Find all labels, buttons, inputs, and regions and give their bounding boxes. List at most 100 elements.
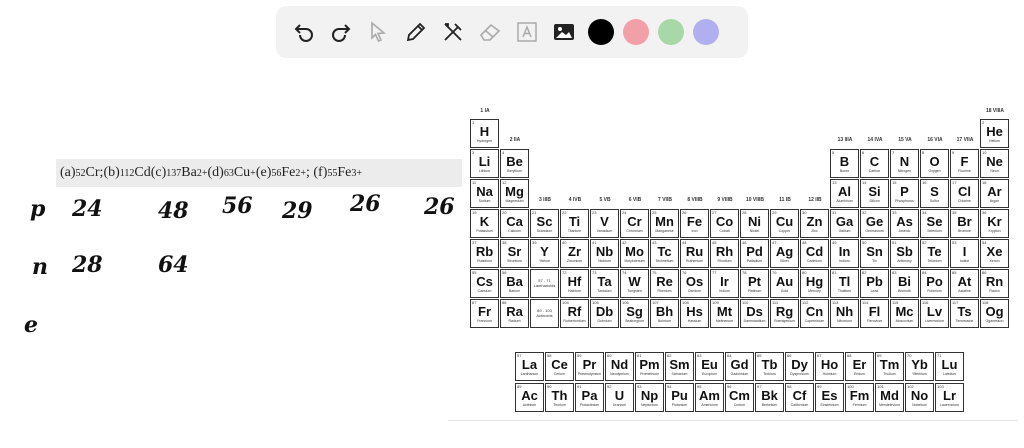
atomic-number: 117 — [952, 300, 959, 305]
element-cell-se: 34 Se Selenium — [920, 209, 949, 238]
part-b-symbol: Cd — [134, 165, 151, 180]
handwritten-p-value-a: 24 — [72, 196, 103, 222]
tools-button[interactable] — [435, 14, 471, 50]
atomic-number: 11 — [472, 180, 477, 185]
element-name: Cobalt — [719, 229, 730, 233]
atomic-number: 30 — [802, 210, 807, 215]
group-header: 12 IIB — [808, 197, 822, 203]
part-d-label: (d) — [207, 165, 224, 180]
part-f-charge: 3+ — [351, 167, 363, 179]
atomic-number: 5 — [832, 150, 835, 155]
undo-button[interactable] — [286, 14, 322, 50]
atomic-number: 56 — [502, 270, 507, 275]
element-cell-hg: 80 Hg Mercury — [800, 269, 829, 298]
color-swatch-purple[interactable] — [692, 19, 719, 45]
element-name: Tennessine — [955, 319, 974, 323]
f-block-table: 57 La Lanthanum 58 Ce Cerium 59 Pr Praseodymium 6… — [515, 352, 971, 418]
color-swatch-green[interactable] — [657, 19, 684, 45]
element-symbol: Au — [775, 274, 794, 289]
element-cell-k: 19 K Potassium — [470, 209, 499, 238]
element-name: Oxygen — [928, 169, 941, 173]
element-symbol: Te — [927, 244, 942, 259]
text-button[interactable] — [509, 14, 545, 50]
atomic-number: 94 — [667, 384, 672, 389]
group-header: 8 VIIIB — [687, 197, 703, 203]
element-cell-hf: 72 Hf Hafnium — [560, 269, 589, 298]
element-name: Lutetium — [942, 372, 957, 376]
atomic-number: 108 — [682, 300, 689, 305]
element-cell-am: 95 Am Americium — [695, 383, 724, 412]
handwritten-p-value-f: 26 — [424, 194, 455, 220]
atomic-number: 88 — [502, 300, 507, 305]
element-symbol: Hg — [805, 274, 824, 289]
atomic-number: 26 — [682, 210, 687, 215]
part-d-mass: 63 — [223, 167, 234, 179]
handwritten-n-value-b: 64 — [158, 252, 189, 278]
element-cell-mg: 12 Mg Magnesium — [500, 179, 529, 208]
image-button[interactable] — [546, 14, 582, 50]
atomic-number: 33 — [892, 210, 897, 215]
element-name: Tellurium — [927, 259, 942, 263]
part-c-symbol: Ba — [181, 165, 197, 180]
atomic-number: 61 — [637, 353, 642, 358]
element-symbol: Rg — [775, 304, 794, 319]
element-name: Thulium — [883, 372, 896, 376]
atomic-number: 97 — [757, 384, 762, 389]
element-cell-zr: 40 Zr Zirconium — [560, 239, 589, 268]
element-cell-sr: 38 Sr Strontium — [500, 239, 529, 268]
atomic-number: 20 — [502, 210, 507, 215]
element-name: Platinum — [747, 289, 762, 293]
redo-button[interactable] — [323, 14, 359, 50]
element-symbol: Pa — [581, 388, 598, 403]
element-name: Roentgenium — [774, 319, 795, 323]
element-cell-ra: 88 Ra Radium — [500, 299, 529, 328]
element-name: Copper — [778, 229, 791, 233]
element-name: Iodine — [959, 259, 970, 263]
element-name: Bismuth — [898, 289, 911, 293]
pen-button[interactable] — [398, 14, 434, 50]
element-cell-ti: 22 Ti Titanium — [560, 209, 589, 238]
atomic-number: 36 — [982, 210, 987, 215]
element-symbol: Yb — [911, 357, 928, 372]
atomic-number: 74 — [622, 270, 627, 275]
element-cell-nb: 41 Nb Niobium — [590, 239, 619, 268]
element-symbol: Cm — [729, 388, 750, 403]
element-cell-y: 39 Y Yttrium — [530, 239, 559, 268]
element-name: Fluorine — [958, 169, 971, 173]
atomic-number: 115 — [892, 300, 899, 305]
element-symbol: At — [957, 274, 972, 289]
atomic-number: 54 — [982, 240, 987, 245]
element-name: Gadolinium — [730, 372, 749, 376]
atomic-number: 72 — [562, 270, 567, 275]
element-symbol: Ta — [597, 274, 612, 289]
select-button[interactable] — [360, 14, 396, 50]
element-cell-mn: 25 Mn Manganese — [650, 209, 679, 238]
element-symbol: H — [479, 124, 490, 139]
color-swatch-pink[interactable] — [622, 19, 649, 45]
element-name: Bromine — [957, 229, 972, 233]
element-cell-pa: 91 Pa Protactinium — [575, 383, 604, 412]
element-symbol: Ir — [720, 274, 729, 289]
whiteboard-canvas[interactable]: (a) 52 Cr; (b) 112 Cd (c) 137 Ba 2+ (d) 63 Cu… — [0, 0, 1024, 448]
element-name: Promethium — [640, 372, 659, 376]
element-symbol: Lv — [926, 304, 943, 319]
element-symbol: Tm — [879, 357, 900, 372]
element-cell-co: 27 Co Cobalt — [710, 209, 739, 238]
atomic-number: 49 — [832, 240, 837, 245]
atomic-number: 27 — [712, 210, 717, 215]
element-symbol: Ti — [568, 214, 581, 229]
element-symbol: Pu — [671, 388, 688, 403]
element-cell-po: 84 Po Polonium — [920, 269, 949, 298]
element-cell-bi: 83 Bi Bismuth — [890, 269, 919, 298]
element-cell-pt: 78 Pt Platinum — [740, 269, 769, 298]
atomic-number: 37 — [472, 240, 477, 245]
color-swatch-black[interactable] — [587, 19, 614, 45]
element-name: Osmium — [687, 289, 702, 293]
element-name: Flerovium — [866, 319, 883, 323]
eraser-button[interactable] — [472, 14, 508, 50]
element-cell-lu: 71 Lu Lutetium — [935, 352, 964, 381]
part-e-charge: 2+ — [295, 167, 306, 179]
element-cell-gd: 64 Gd Gadolinium — [725, 352, 754, 381]
element-symbol: Ag — [775, 244, 794, 259]
element-symbol: Po — [926, 274, 943, 289]
